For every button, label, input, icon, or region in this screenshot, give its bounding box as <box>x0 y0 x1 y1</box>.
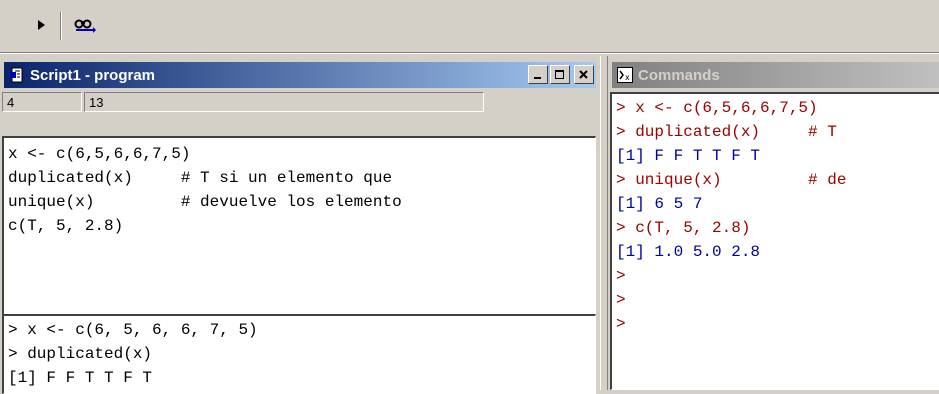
script-editor[interactable]: x <- c(6,5,6,6,7,5) duplicated(x) # T si… <box>2 136 596 322</box>
status-line: 4 <box>2 92 82 112</box>
console-line: > unique(x) # de <box>616 171 847 189</box>
close-button[interactable] <box>574 65 594 84</box>
console-output-line: [1] 1.0 5.0 2.8 <box>616 243 761 261</box>
console-prompt: > <box>616 291 626 309</box>
console-line: > x <- c(6,5,6,6,7,5) <box>616 99 818 117</box>
script-window: Script1 - program 4 13 x <- c(6,5,6,6,7,… <box>0 58 600 394</box>
output-line: [1] F F T T F T <box>8 369 153 387</box>
output-line: > x <- c(6, 5, 6, 6, 7, 5) <box>8 321 258 339</box>
console-output-line: [1] F F T T F T <box>616 147 761 165</box>
output-line: > duplicated(x) <box>8 345 153 363</box>
minimize-button[interactable] <box>528 65 548 84</box>
binoculars-icon <box>74 19 96 33</box>
svg-text:x: x <box>625 73 630 82</box>
console-prompt: > <box>616 267 626 285</box>
commands-window: x Commands > x <- c(6,5,6,6,7,5) > dupli… <box>608 58 939 390</box>
commands-icon: x <box>616 66 634 84</box>
close-icon <box>579 69 588 79</box>
toolbar <box>0 0 939 56</box>
console-line: > c(T, 5, 2.8) <box>616 219 751 237</box>
code-line: c(T, 5, 2.8) <box>8 217 124 235</box>
maximize-button[interactable] <box>550 65 570 84</box>
code-line: x <- c(6,5,6,6,7,5) <box>8 145 191 163</box>
pane-splitter[interactable] <box>600 56 608 390</box>
script-window-title: Script1 - program <box>30 66 156 84</box>
toolbar-divider <box>60 12 62 40</box>
find-button[interactable] <box>74 14 96 36</box>
script-document-icon <box>8 66 26 84</box>
console-line: > duplicated(x) # T <box>616 123 837 141</box>
commands-window-title: Commands <box>638 66 720 84</box>
maximize-icon <box>555 69 564 79</box>
code-line: unique(x) # devuelve los elemento <box>8 193 402 211</box>
script-output[interactable]: > x <- c(6, 5, 6, 6, 7, 5) > duplicated(… <box>2 314 596 394</box>
code-line: duplicated(x) # T si un elemento que <box>8 169 393 187</box>
status-column: 13 <box>84 92 484 112</box>
console-output-line: [1] 6 5 7 <box>616 195 703 213</box>
commands-console[interactable]: > x <- c(6,5,6,6,7,5) > duplicated(x) # … <box>610 92 939 390</box>
status-bar: 4 13 <box>2 92 486 112</box>
script-titlebar[interactable]: Script1 - program <box>4 62 596 88</box>
run-button[interactable] <box>30 14 52 36</box>
console-prompt: > <box>616 315 626 333</box>
commands-titlebar[interactable]: x Commands <box>612 62 939 88</box>
minimize-icon <box>534 76 541 79</box>
play-icon <box>38 20 45 30</box>
